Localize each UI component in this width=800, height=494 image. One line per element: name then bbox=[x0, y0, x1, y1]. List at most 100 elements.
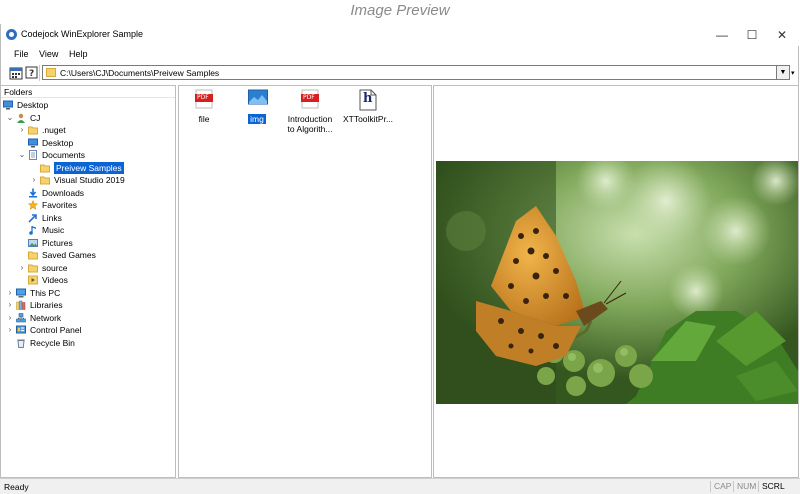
tree-item-libraries[interactable]: › Libraries bbox=[1, 299, 175, 311]
folder-icon bbox=[46, 68, 56, 77]
tree-item-label: Recycle Bin bbox=[30, 337, 75, 348]
preview-pane bbox=[433, 85, 799, 478]
collapsed-chevron-icon[interactable]: › bbox=[6, 324, 14, 336]
collapsed-chevron-icon[interactable]: › bbox=[6, 312, 14, 324]
status-cap: CAP bbox=[710, 481, 734, 492]
image-preview-caption: Image Preview bbox=[350, 2, 450, 19]
file-name: file bbox=[198, 114, 210, 124]
toolbar-separator bbox=[39, 65, 40, 81]
help-about-icon[interactable]: ? bbox=[25, 66, 39, 80]
tree-item-label: Documents bbox=[42, 150, 85, 160]
toolbar-overflow-icon[interactable]: ▾ bbox=[791, 69, 795, 77]
star-icon bbox=[27, 199, 39, 210]
tree-item-label: .nuget bbox=[42, 125, 66, 135]
tree-item-label: Desktop bbox=[17, 100, 49, 110]
tree-item-label: Pictures bbox=[42, 237, 73, 248]
tree-item-label: Links bbox=[42, 212, 62, 223]
menu-bar: File View Help bbox=[1, 46, 799, 62]
tree-item-desktop[interactable]: Desktop bbox=[1, 137, 175, 149]
tree-item-label: This PC bbox=[30, 287, 61, 298]
tree-item-favorites[interactable]: Favorites bbox=[1, 199, 175, 211]
window-title: Codejock WinExplorer Sample bbox=[21, 29, 144, 39]
pdf-icon: PDF bbox=[195, 89, 213, 109]
tree-item-music[interactable]: Music bbox=[1, 224, 175, 236]
tree-item-source[interactable]: › source bbox=[1, 262, 175, 274]
collapsed-chevron-icon[interactable]: › bbox=[6, 287, 14, 299]
calendar-view-icon[interactable] bbox=[9, 66, 23, 80]
tree-item-nuget[interactable]: › .nuget bbox=[1, 124, 175, 136]
desktop-icon bbox=[3, 100, 13, 110]
tree-item-label: Preivew Samples bbox=[54, 161, 124, 174]
butterfly-preview-image bbox=[436, 161, 798, 404]
pdf-icon: PDF bbox=[301, 89, 319, 109]
tree-item-label: Downloads bbox=[42, 187, 85, 198]
file-icon-badge: h bbox=[363, 91, 373, 106]
close-button[interactable]: ✕ bbox=[767, 24, 797, 46]
pc-icon bbox=[16, 288, 26, 298]
tree-item-control-panel[interactable]: › Control Panel bbox=[1, 324, 175, 336]
maximize-button[interactable]: ☐ bbox=[737, 24, 767, 46]
tree-item-documents[interactable]: ⌄ Documents bbox=[1, 149, 175, 161]
music-icon bbox=[28, 225, 38, 235]
downloads-icon bbox=[28, 188, 38, 198]
collapsed-chevron-icon[interactable]: › bbox=[6, 299, 14, 311]
file-name: XTToolkitPr... bbox=[342, 114, 394, 124]
folder-icon bbox=[40, 175, 50, 185]
user-icon bbox=[16, 113, 26, 123]
tree-item-label: CJ bbox=[30, 112, 41, 123]
tree-item-recycle-bin[interactable]: Recycle Bin bbox=[1, 337, 175, 349]
address-dropdown-button[interactable]: ▼ bbox=[776, 66, 789, 79]
image-icon bbox=[248, 89, 268, 109]
expanded-chevron-icon[interactable]: ⌄ bbox=[18, 149, 26, 161]
status-bar: Ready CAP NUM SCRL bbox=[0, 478, 800, 494]
tree-item-preivew-samples[interactable]: Preivew Samples bbox=[1, 161, 175, 174]
tree-item-downloads[interactable]: Downloads bbox=[1, 187, 175, 199]
menu-file[interactable]: File bbox=[14, 49, 29, 59]
file-item[interactable]: img bbox=[230, 89, 284, 124]
folders-header: Folders bbox=[1, 86, 175, 98]
svg-text:?: ? bbox=[29, 69, 34, 79]
desktop-icon bbox=[28, 138, 38, 148]
minimize-button[interactable]: — bbox=[707, 24, 737, 46]
tree-item-this-pc[interactable]: › This PC bbox=[1, 287, 175, 299]
libraries-icon bbox=[16, 300, 26, 310]
tree-item-visual-studio-2019[interactable]: › Visual Studio 2019 bbox=[1, 174, 175, 186]
title-bar: Codejock WinExplorer Sample — ☐ ✕ bbox=[1, 24, 799, 46]
collapsed-chevron-icon[interactable]: › bbox=[30, 174, 38, 186]
tree-item-label: Desktop bbox=[42, 137, 74, 148]
tree-item-label: Control Panel bbox=[30, 325, 82, 335]
menu-help[interactable]: Help bbox=[69, 49, 88, 59]
folder-icon bbox=[28, 125, 38, 135]
tree-item-links[interactable]: Links bbox=[1, 212, 175, 224]
expanded-chevron-icon[interactable]: ⌄ bbox=[6, 112, 14, 124]
file-label: XTToolkitPr... bbox=[341, 114, 395, 124]
tree-item-label: Favorites bbox=[42, 200, 77, 210]
address-bar[interactable]: C:\Users\CJ\Documents\Preivew Samples ▼ bbox=[42, 65, 790, 80]
codejock-app-icon bbox=[6, 29, 17, 40]
tree-item-desktop[interactable]: Desktop bbox=[1, 99, 175, 111]
tree-item-label: Saved Games bbox=[42, 250, 96, 260]
toolbar: ? C:\Users\CJ\Documents\Preivew Samples … bbox=[1, 63, 799, 83]
tree-item-videos[interactable]: Videos bbox=[1, 274, 175, 286]
folder-icon bbox=[28, 250, 38, 260]
file-item[interactable]: h XTToolkitPr... bbox=[341, 89, 395, 124]
tree-item-label: Libraries bbox=[30, 300, 63, 310]
links-icon bbox=[28, 213, 38, 223]
pictures-icon bbox=[28, 238, 38, 248]
file-icon-badge: PDF bbox=[197, 94, 209, 101]
folders-pane: Folders Desktop ⌄ CJ › .nuget Desktop ⌄ Documen… bbox=[0, 85, 176, 478]
menu-view[interactable]: View bbox=[39, 49, 58, 59]
network-icon bbox=[16, 312, 26, 323]
collapsed-chevron-icon[interactable]: › bbox=[18, 262, 26, 274]
file-item[interactable]: PDF Introduction to Algorith... bbox=[283, 89, 337, 134]
tree-item-label: Visual Studio 2019 bbox=[54, 175, 125, 185]
videos-icon bbox=[28, 275, 38, 285]
file-item[interactable]: PDF file bbox=[177, 89, 231, 124]
address-path: C:\Users\CJ\Documents\Preivew Samples bbox=[60, 68, 220, 78]
folder-icon bbox=[40, 163, 50, 173]
tree-item-saved-games[interactable]: Saved Games bbox=[1, 249, 175, 261]
tree-item-cj[interactable]: ⌄ CJ bbox=[1, 112, 175, 124]
collapsed-chevron-icon[interactable]: › bbox=[18, 124, 26, 136]
tree-item-network[interactable]: › Network bbox=[1, 312, 175, 324]
tree-item-pictures[interactable]: Pictures bbox=[1, 237, 175, 249]
